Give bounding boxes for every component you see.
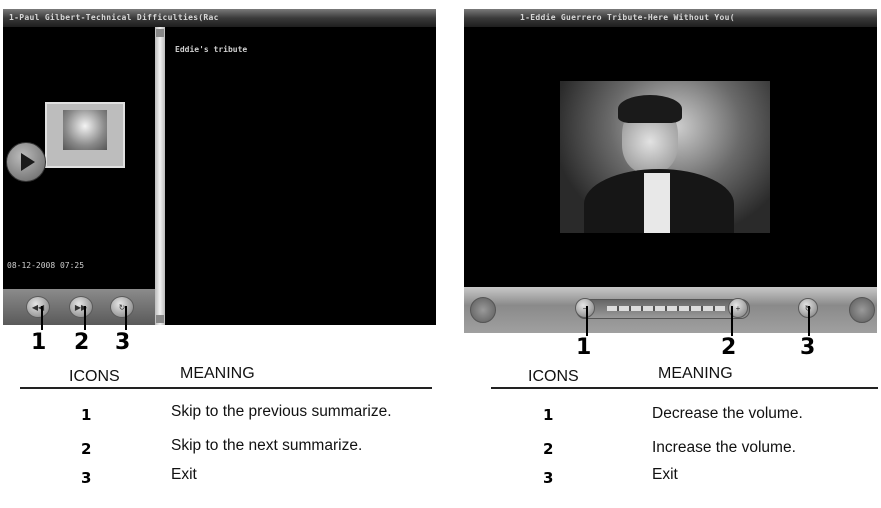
callout-number: 2 xyxy=(721,335,737,360)
play-icon xyxy=(21,153,35,171)
left-window-title: 1-Paul Gilbert-Technical Difficulties(Ra… xyxy=(3,9,436,27)
right-player-screen: 1-Eddie Guerrero Tribute-Here Without Yo… xyxy=(464,9,877,333)
callout-line-3 xyxy=(808,306,810,336)
scroll-down-arrow[interactable] xyxy=(156,315,164,323)
callout-line-2 xyxy=(731,306,733,336)
icons-header: ICONS xyxy=(69,368,120,385)
table-rule xyxy=(491,387,878,389)
row-meaning: Exit xyxy=(652,466,678,483)
volume-up-icon: + xyxy=(735,303,741,313)
volume-track[interactable] xyxy=(576,299,750,319)
row-icon-number: 1 xyxy=(81,406,92,424)
row-meaning: Exit xyxy=(171,466,197,483)
meaning-header: MEANING xyxy=(658,365,733,382)
next-button[interactable]: ▶▶ xyxy=(69,296,93,318)
volume-level-bar xyxy=(607,306,725,311)
right-control-bar: − + ↻ xyxy=(464,287,877,333)
icons-header: ICONS xyxy=(528,368,579,385)
video-person-shirt xyxy=(644,173,670,233)
row-meaning: Skip to the previous summarize. xyxy=(171,403,392,420)
table-rule xyxy=(20,387,432,389)
callout-number: 1 xyxy=(31,330,47,355)
exit-button[interactable]: ↻ xyxy=(110,296,134,318)
callout-line-2 xyxy=(84,306,86,330)
content-text: Eddie's tribute xyxy=(175,45,248,54)
callout-line-1 xyxy=(586,306,588,336)
row-meaning: Skip to the next summarize. xyxy=(171,437,363,454)
row-meaning: Decrease the volume. xyxy=(652,405,803,422)
callout-number: 3 xyxy=(800,335,816,360)
date-time: 08-12-2008 07:25 xyxy=(7,261,85,270)
scroll-up-arrow[interactable] xyxy=(156,29,164,37)
right-window-title: 1-Eddie Guerrero Tribute-Here Without Yo… xyxy=(464,9,877,27)
video-person-hair xyxy=(618,95,682,123)
thumbnail-image xyxy=(63,110,107,150)
row-icon-number: 2 xyxy=(543,440,554,458)
callout-number: 3 xyxy=(115,330,131,355)
left-player-screen: 1-Paul Gilbert-Technical Difficulties(Ra… xyxy=(3,9,436,325)
row-meaning: Increase the volume. xyxy=(652,439,796,456)
row-icon-number: 2 xyxy=(81,440,92,458)
meaning-header: MEANING xyxy=(180,365,255,382)
right-end-cap xyxy=(849,297,875,323)
scrollbar[interactable] xyxy=(155,27,165,325)
callout-number: 1 xyxy=(576,335,592,360)
video-frame xyxy=(560,81,770,233)
callout-line-1 xyxy=(41,306,43,330)
row-icon-number: 1 xyxy=(543,406,554,424)
callout-line-3 xyxy=(125,306,127,330)
volume-down-button[interactable]: − xyxy=(575,298,595,318)
left-control-bar: ◀◀ ▶▶ ↻ xyxy=(3,289,155,325)
previous-button[interactable]: ◀◀ xyxy=(26,296,50,318)
left-end-cap xyxy=(470,297,496,323)
media-thumbnail xyxy=(45,102,125,168)
callout-number: 2 xyxy=(74,330,90,355)
play-button[interactable] xyxy=(6,142,46,182)
row-icon-number: 3 xyxy=(543,469,554,487)
row-icon-number: 3 xyxy=(81,469,92,487)
left-sidebar: 08-12-2008 07:25 ◀◀ ▶▶ ↻ xyxy=(3,27,155,325)
